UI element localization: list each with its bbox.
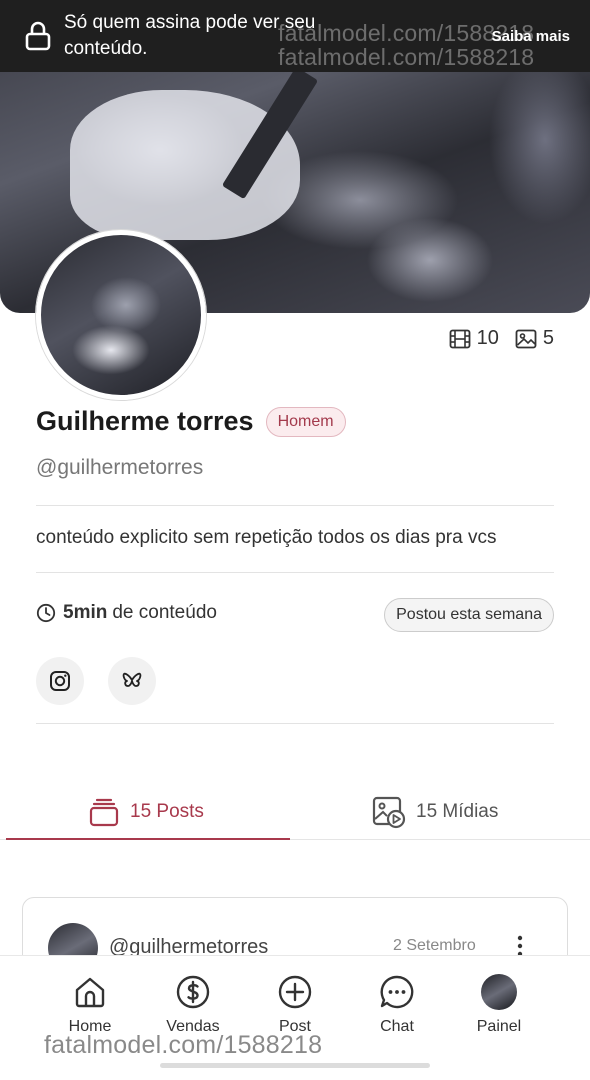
- profile-handle: @guilhermetorres: [36, 456, 204, 479]
- lock-icon: [25, 21, 51, 51]
- nav-sales[interactable]: Vendas: [148, 974, 238, 1036]
- bluesky-button[interactable]: [108, 657, 156, 705]
- content-tabs: 15 Posts 15 Mídias: [0, 784, 590, 840]
- tab-medias[interactable]: 15 Mídias: [372, 784, 498, 840]
- profile-name: Guilherme torres: [36, 406, 254, 436]
- chat-icon: [380, 975, 414, 1009]
- post-date: 2 Setembro: [393, 937, 476, 954]
- media-icon: [372, 796, 406, 829]
- nav-chat-label: Chat: [380, 1018, 414, 1035]
- profile-name-row: Guilherme torres Homem: [36, 406, 346, 437]
- duration-suffix: de conteúdo: [112, 602, 217, 623]
- photos-count: 5: [542, 327, 554, 349]
- divider: [36, 723, 554, 724]
- tab-posts-label: 15 Posts: [130, 801, 204, 822]
- instagram-button[interactable]: [36, 657, 84, 705]
- content-duration: 5min de conteúdo: [36, 602, 217, 624]
- subscribe-notice-bar: Só quem assina pode ver seu conteúdo. Sa…: [0, 0, 590, 72]
- divider: [36, 572, 554, 573]
- nav-panel-label: Painel: [476, 1018, 522, 1035]
- subscribe-notice-text: Só quem assina pode ver seu conteúdo.: [64, 12, 316, 59]
- dollar-icon: [176, 975, 210, 1009]
- duration-value: 5min: [63, 602, 108, 623]
- profile-avatar[interactable]: [36, 230, 206, 400]
- nav-sales-label: Vendas: [166, 1018, 220, 1035]
- cover-photo-highlight: [70, 90, 300, 240]
- home-icon: [75, 977, 105, 1008]
- learn-more-link[interactable]: Saiba mais: [492, 28, 570, 45]
- avatar: [481, 974, 517, 1010]
- videos-count: 10: [476, 327, 499, 349]
- plus-circle-icon: [278, 975, 312, 1009]
- photos-stat: 5: [515, 327, 554, 350]
- stack-icon: [89, 798, 119, 827]
- instagram-icon: [50, 671, 70, 691]
- nav-chat[interactable]: Chat: [352, 974, 442, 1036]
- image-icon: [515, 329, 537, 348]
- active-tab-indicator: [6, 838, 290, 840]
- nav-home-label: Home: [68, 1018, 112, 1035]
- nav-panel[interactable]: Painel: [454, 974, 544, 1036]
- nav-post-label: Post: [278, 1018, 311, 1035]
- tab-medias-label: 15 Mídias: [416, 801, 499, 822]
- media-stats: 10 5: [449, 327, 554, 350]
- home-indicator: [160, 1063, 430, 1068]
- videos-stat: 10: [449, 327, 499, 350]
- profile-bio: conteúdo explicito sem repetição todos o…: [36, 527, 497, 548]
- clock-icon: [36, 603, 56, 623]
- nav-home[interactable]: Home: [45, 974, 135, 1036]
- butterfly-icon: [122, 672, 142, 687]
- divider: [36, 505, 554, 506]
- posted-this-week-badge: Postou esta semana: [384, 598, 554, 632]
- gender-badge: Homem: [265, 406, 346, 437]
- film-icon: [449, 329, 471, 348]
- nav-post[interactable]: Post: [250, 974, 340, 1036]
- bottom-navigation: Home Vendas Post Chat Painel: [0, 955, 590, 1080]
- tab-posts[interactable]: 15 Posts: [88, 784, 204, 840]
